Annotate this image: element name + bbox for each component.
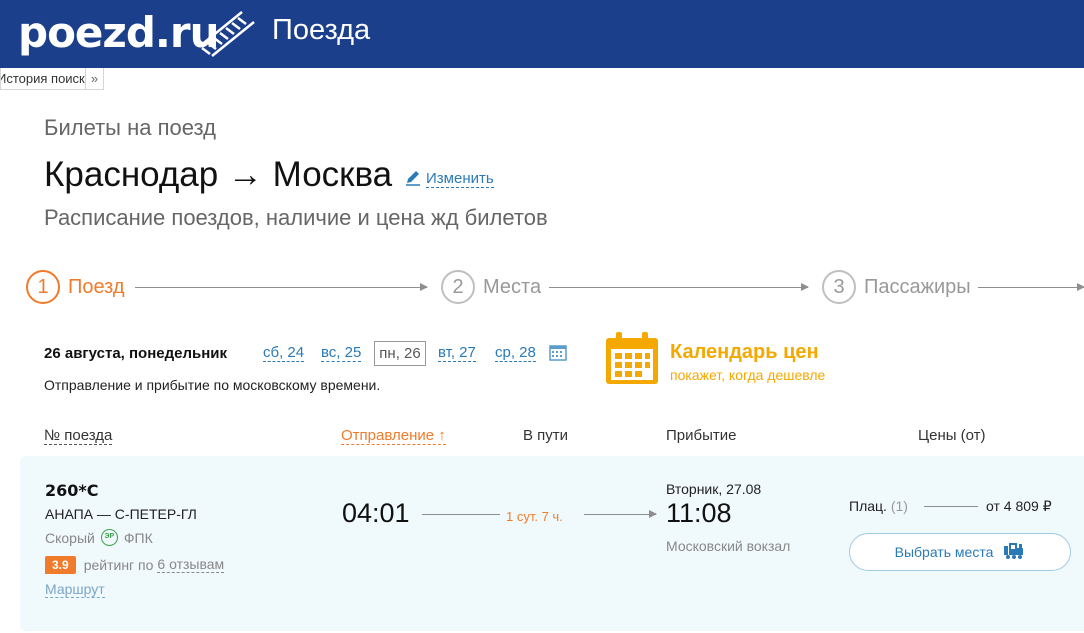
travel-arrow <box>584 510 657 518</box>
step-arrow <box>549 283 809 291</box>
header-train-number-label: № поезда <box>44 427 113 445</box>
day-selected-mon-26[interactable]: пн, 26 <box>374 341 426 366</box>
search-history-tab[interactable]: История поиска <box>0 68 86 90</box>
site-logo[interactable]: poezd.ru <box>18 8 219 57</box>
step-label: Места <box>483 275 542 298</box>
step-label: Поезд <box>68 275 125 298</box>
train-route: АНАПА — С-ПЕТЕР-ГЛ <box>45 506 197 522</box>
page-subtitle: Билеты на поезд <box>44 115 216 140</box>
price-value: от 4 809 ₽ <box>986 498 1052 514</box>
rating-badge: 3.9 <box>45 556 76 574</box>
pencil-icon <box>404 168 422 190</box>
departure-time: 04:01 <box>342 498 410 528</box>
train-rating: 3.9 рейтинг по 6 отзывам <box>45 556 225 574</box>
step-train: 1 Поезд <box>26 270 125 304</box>
step-arrow <box>135 283 428 291</box>
train-carrier: ФПК <box>123 529 153 546</box>
page-description: Расписание поездов, наличие и цена жд би… <box>44 205 548 230</box>
select-seats-button[interactable]: Выбрать места <box>849 533 1071 571</box>
time-note: Отправление и прибытие по московскому вр… <box>44 377 381 393</box>
calendar-icon[interactable] <box>549 344 567 366</box>
section-title[interactable]: Поезда <box>272 14 370 47</box>
train-number: 260*С <box>45 481 99 500</box>
route-title: Краснодар → Москва <box>44 155 393 194</box>
train-icon <box>1003 542 1025 563</box>
price-class-count: (1) <box>890 498 908 514</box>
select-seats-label: Выбрать места <box>894 544 994 560</box>
arrival-station: Московский вокзал <box>666 538 791 554</box>
step-number: 3 <box>822 270 856 304</box>
price-class: Плац. (1) <box>849 498 908 514</box>
step-number: 2 <box>441 270 475 304</box>
step-number: 1 <box>26 270 60 304</box>
header-departure-sort[interactable]: Отправление ↑ <box>341 427 446 445</box>
current-date: 26 августа, понедельник <box>44 345 228 362</box>
price-calendar-subtitle: покажет, когда дешевле <box>670 367 826 383</box>
price-calendar-icon[interactable] <box>604 330 660 391</box>
arrival-time: 11:08 <box>666 498 732 528</box>
train-type: Скорый ЭР ФПК <box>45 529 153 546</box>
travel-line <box>422 514 500 515</box>
day-link-sat-24[interactable]: сб, 24 <box>263 345 305 362</box>
day-link-tue-27[interactable]: вт, 27 <box>438 345 476 362</box>
day-link-wed-28[interactable]: ср, 28 <box>495 345 536 362</box>
train-category: Скорый <box>45 529 95 546</box>
step-passengers: 3 Пассажиры <box>822 270 971 304</box>
electronic-registration-icon: ЭР <box>100 529 118 546</box>
arrival-date: Вторник, 27.08 <box>666 481 762 497</box>
price-class-label: Плац. <box>849 498 887 514</box>
price-leader-line <box>924 506 978 507</box>
search-history-label: История поиска <box>0 71 86 86</box>
header-prices: Цены (от) <box>918 427 986 444</box>
step-label: Пассажиры <box>864 275 971 298</box>
header-arrival: Прибытие <box>666 427 737 444</box>
reviews-link[interactable]: 6 отзывам <box>157 557 225 573</box>
change-route-link[interactable]: Изменить <box>404 168 494 190</box>
railway-icon <box>198 8 260 63</box>
header-duration: В пути <box>523 427 569 444</box>
header-train-number[interactable]: № поезда <box>44 427 113 445</box>
day-link-sun-25[interactable]: вс, 25 <box>321 345 362 362</box>
rating-text: рейтинг по <box>83 557 154 573</box>
top-bar: poezd.ru Поезда <box>0 0 1084 68</box>
travel-duration: 1 сут. 7 ч. <box>506 509 563 524</box>
price-calendar-title[interactable]: Календарь цен <box>670 341 819 364</box>
step-seats: 2 Места <box>441 270 541 304</box>
change-route-label: Изменить <box>426 169 494 188</box>
history-expand-button[interactable]: » <box>86 68 104 90</box>
header-departure-label: Отправление ↑ <box>341 427 446 445</box>
route-link[interactable]: Маршрут <box>45 582 105 598</box>
step-arrow <box>978 283 1084 291</box>
